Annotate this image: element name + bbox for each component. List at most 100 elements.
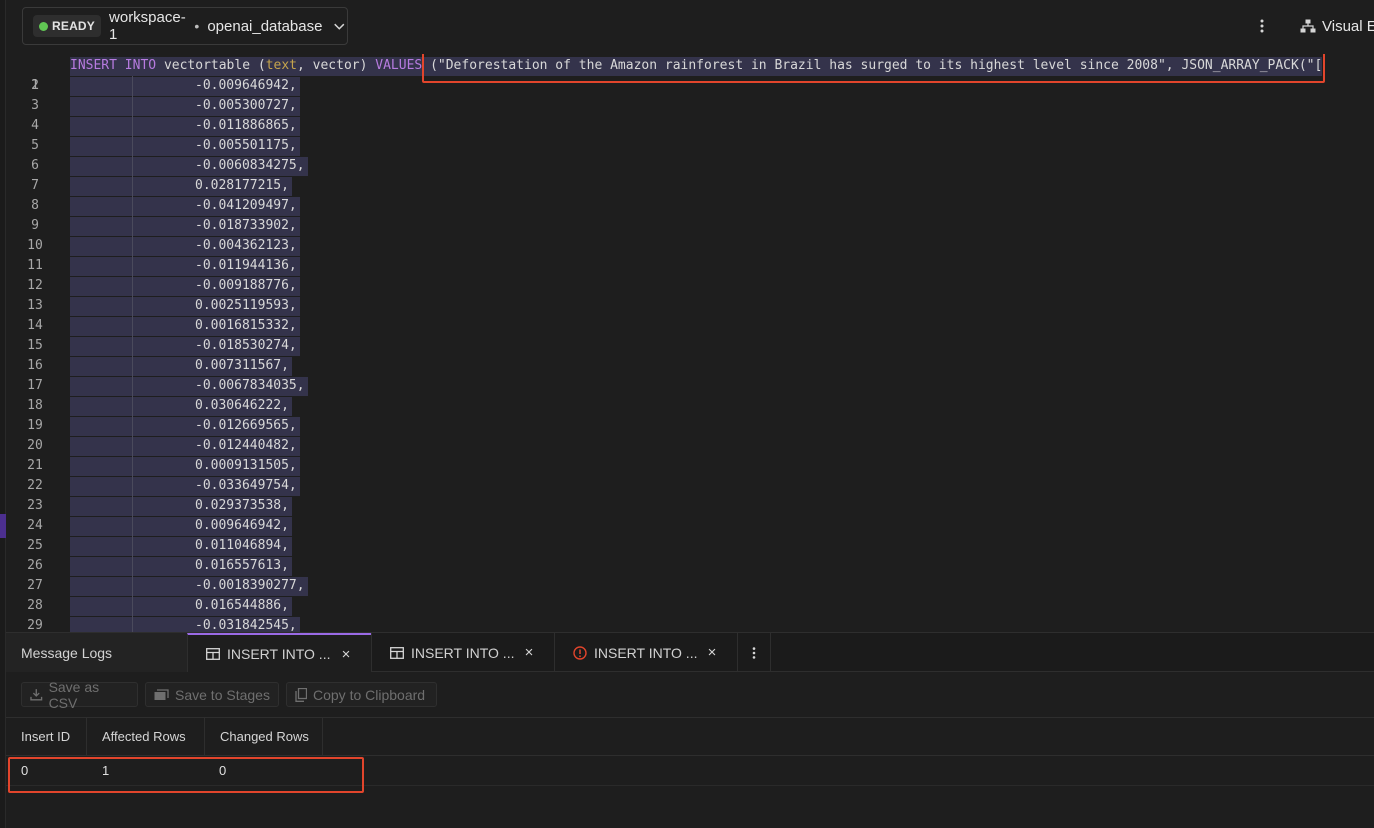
tab-label: Message Logs: [21, 645, 113, 661]
tabs-more-button[interactable]: [737, 633, 771, 673]
close-icon[interactable]: ×: [522, 644, 536, 661]
line-number: 23: [27, 498, 43, 513]
code-line: 28 0.016544886,: [6, 596, 1374, 616]
vector-value: -0.031842545,: [195, 618, 297, 632]
table-icon: [390, 647, 404, 659]
indent-guide: [132, 456, 133, 476]
stages-icon: [154, 688, 169, 700]
column-header-insert-id[interactable]: Insert ID: [6, 718, 87, 756]
vector-value: 0.009646942,: [195, 518, 289, 533]
line-number: 16: [27, 358, 43, 373]
indent-guide: [132, 336, 133, 356]
line-number: 24: [27, 518, 43, 533]
indent-guide: [132, 496, 133, 516]
indent-guide: [132, 296, 133, 316]
indent-guide: [132, 576, 133, 596]
line-number: 17: [27, 378, 43, 393]
copy-to-clipboard-button[interactable]: Copy to Clipboard: [286, 682, 437, 707]
code-line: 15 -0.018530274,: [6, 336, 1374, 356]
save-to-stages-button[interactable]: Save to Stages: [145, 682, 279, 707]
indent-guide: [132, 416, 133, 436]
results-table: Insert ID Affected Rows Changed Rows 0 1…: [6, 718, 1374, 828]
code-line: 11 -0.011944136,: [6, 256, 1374, 276]
code-line: 14 0.0016815332,: [6, 316, 1374, 336]
code-line: 24 0.009646942,: [6, 516, 1374, 536]
error-circle-icon: [573, 646, 587, 660]
tab-message-logs[interactable]: Message Logs: [6, 633, 187, 673]
tab-label: INSERT INTO ...: [227, 646, 331, 662]
close-icon[interactable]: ×: [339, 646, 353, 663]
vector-value: -0.033649754,: [195, 478, 297, 493]
button-label: Save as CSV: [48, 678, 100, 711]
indent-guide: [132, 96, 133, 116]
line-number: 4: [31, 118, 39, 133]
vector-value: -0.018530274,: [195, 338, 297, 353]
indent-guide: [132, 256, 133, 276]
indent-guide: [132, 376, 133, 396]
code-line: 4 -0.011886865,: [6, 116, 1374, 136]
tab-label: INSERT INTO ...: [594, 645, 698, 661]
vector-value: -0.0018390277,: [195, 578, 305, 593]
line-number: 15: [27, 338, 43, 353]
line-number: 10: [27, 238, 43, 253]
tab-result-3[interactable]: INSERT INTO ... ×: [554, 633, 737, 673]
results-tabs-bar: Message Logs INSERT INTO ... × INSERT IN…: [6, 632, 1374, 673]
code-line: 10 -0.004362123,: [6, 236, 1374, 256]
indent-guide: [132, 276, 133, 296]
close-icon[interactable]: ×: [705, 644, 719, 661]
line-number: 21: [27, 458, 43, 473]
visual-explain-button[interactable]: Visual Ex: [1300, 15, 1374, 37]
sql-editor[interactable]: 1 INSERT INTO vectortable (text, vector)…: [6, 54, 1374, 632]
vector-value: -0.009188776,: [195, 278, 297, 293]
column-header-affected-rows[interactable]: Affected Rows: [87, 718, 205, 756]
code-line: 25 0.011046894,: [6, 536, 1374, 556]
code-line: 12 -0.009188776,: [6, 276, 1374, 296]
workspace-selector[interactable]: READY workspace-1 • openai_database: [22, 7, 348, 45]
vector-value: 0.029373538,: [195, 498, 289, 513]
indent-guide: [132, 516, 133, 536]
line-number: 13: [27, 298, 43, 313]
column-header-changed-rows[interactable]: Changed Rows: [205, 718, 323, 756]
download-icon: [30, 689, 43, 701]
table-icon: [206, 648, 220, 660]
vector-value: 0.0009131505,: [195, 458, 297, 473]
line-number: 19: [27, 418, 43, 433]
indent-guide: [132, 156, 133, 176]
vector-value: -0.0067834035,: [195, 378, 305, 393]
vector-value: 0.016544886,: [195, 598, 289, 613]
results-toolbar: Save as CSV Save to Stages Copy to Clipb…: [6, 672, 1374, 718]
tab-result-2[interactable]: INSERT INTO ... ×: [371, 633, 554, 673]
code-line: 19 -0.012669565,: [6, 416, 1374, 436]
indent-guide: [132, 176, 133, 196]
line-number: 28: [27, 598, 43, 613]
code-line: 13 0.0025119593,: [6, 296, 1374, 316]
vector-value: -0.018733902,: [195, 218, 297, 233]
line-number: 22: [27, 478, 43, 493]
status-label: READY: [52, 19, 96, 33]
save-as-csv-button[interactable]: Save as CSV: [21, 679, 138, 711]
vector-value: 0.030646222,: [195, 398, 289, 413]
indent-guide: [132, 216, 133, 236]
line-number: 2: [31, 78, 39, 93]
indent-guide: [132, 556, 133, 576]
code-line: 26 0.016557613,: [6, 556, 1374, 576]
kebab-menu-icon: [1260, 19, 1264, 33]
hierarchy-icon: [1300, 19, 1316, 33]
tab-result-1[interactable]: INSERT INTO ... ×: [187, 633, 371, 673]
line-number: 12: [27, 278, 43, 293]
line-number: 3: [31, 98, 39, 113]
status-dot-icon: [39, 21, 48, 31]
indent-guide: [132, 536, 133, 556]
vector-value: 0.007311567,: [195, 358, 289, 373]
code-line: 6 -0.0060834275,: [6, 156, 1374, 176]
code-line: 5 -0.005501175,: [6, 136, 1374, 156]
vector-value: -0.041209497,: [195, 198, 297, 213]
vector-value: 0.028177215,: [195, 178, 289, 193]
indent-guide: [132, 196, 133, 216]
button-label: Save to Stages: [175, 686, 270, 703]
workspace-name: workspace-1: [109, 9, 186, 43]
code-line: 3 -0.005300727,: [6, 96, 1374, 116]
indent-guide: [132, 396, 133, 416]
line-number: 7: [31, 178, 39, 193]
more-options-button[interactable]: [1252, 14, 1272, 38]
